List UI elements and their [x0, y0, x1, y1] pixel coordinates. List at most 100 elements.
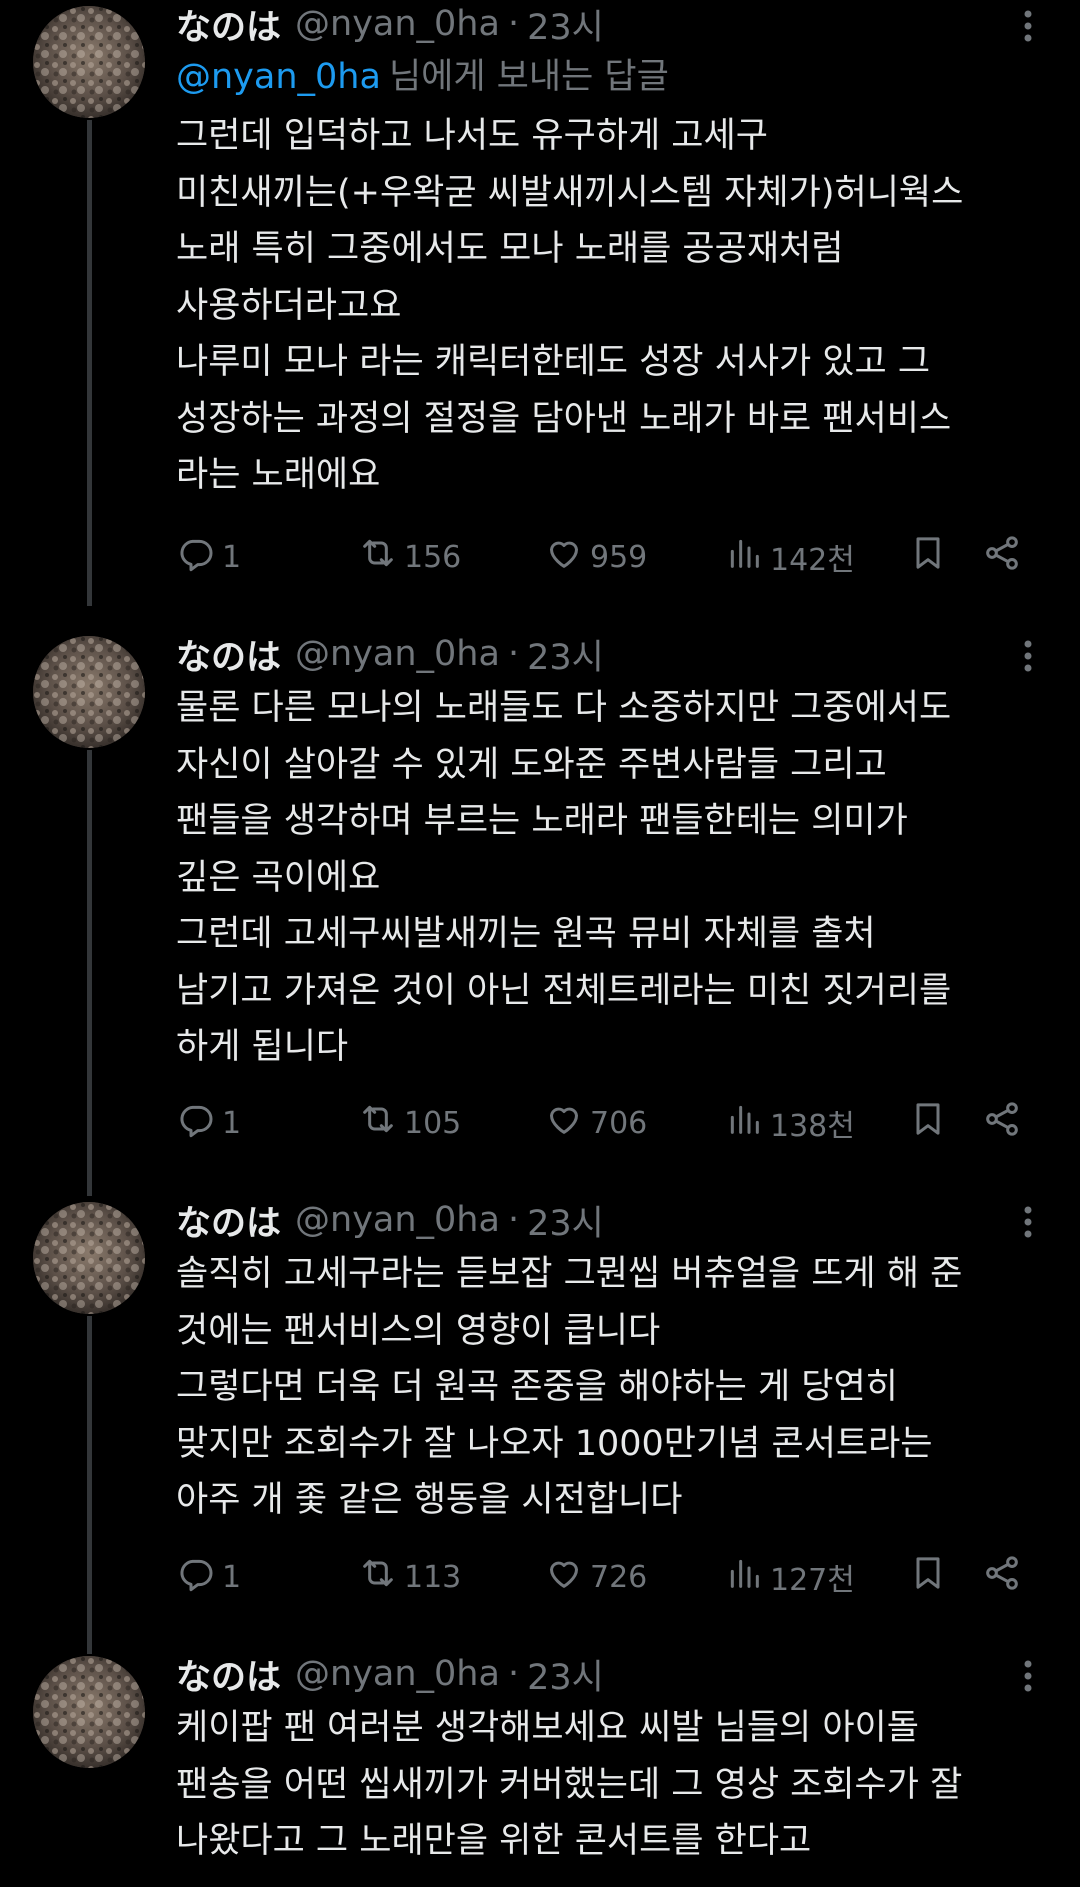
- separator-dot: ·: [507, 4, 520, 44]
- timestamp[interactable]: 23시: [527, 1195, 604, 1246]
- text-line: 미친새끼는(+우왁굳 씨발새끼시스템 자체가)허니웍스: [176, 172, 964, 213]
- separator-dot: ·: [507, 634, 520, 674]
- repost-count: 105: [404, 1105, 462, 1141]
- repost-button[interactable]: 113: [358, 1552, 461, 1602]
- more-options-icon[interactable]: [1016, 6, 1040, 46]
- mention-link[interactable]: @nyan_0ha: [176, 57, 381, 97]
- repost-count: 113: [404, 1559, 462, 1595]
- text-line: 팬들을 생각하며 부르는 노래라 팬들한테는 의미가: [176, 801, 908, 841]
- bookmark-icon: [908, 1099, 954, 1147]
- repost-icon: [358, 1553, 404, 1601]
- action-bar: 1 105 706 138천: [176, 1098, 1046, 1148]
- reply-button[interactable]: 1: [176, 532, 241, 582]
- tweet-text: 물론 다른 모나의 노래들도 다 소중하지만 그중에서도 자신이 살아갈 수 있…: [176, 680, 1046, 1076]
- tweet-header: なのは @nyan_0ha · 23시: [176, 630, 1046, 678]
- text-line: 그런데 입덕하고 나서도 유구하게 고세구: [176, 116, 768, 156]
- share-icon: [982, 1099, 1028, 1147]
- heart-icon: [544, 1553, 590, 1601]
- like-button[interactable]: 706: [544, 1098, 647, 1148]
- views-count: 127천: [770, 1563, 855, 1598]
- user-handle[interactable]: @nyan_0ha: [295, 1200, 500, 1240]
- thread-line: [87, 120, 92, 606]
- more-options-icon[interactable]: [1016, 1202, 1040, 1242]
- text-line: 깊은 곡이에요: [176, 857, 381, 898]
- views-chart-icon: [724, 533, 770, 581]
- more-options-icon[interactable]: [1016, 636, 1040, 676]
- text-line: 솔직히 고세구라는 듣보잡 그뭔씹 버츄얼을 뜨게 해 준: [176, 1254, 963, 1294]
- text-line: 자신이 살아갈 수 있게 도와준 주변사람들 그리고: [176, 744, 887, 785]
- text-line: 팬송을 어떤 씹새끼가 커버했는데 그 영상 조회수가 잘: [176, 1764, 963, 1805]
- text-line: 맞지만 조회수가 잘 나오자 1000만기념 콘서트라는: [176, 1423, 933, 1464]
- user-handle[interactable]: @nyan_0ha: [295, 634, 500, 674]
- avatar[interactable]: [33, 6, 145, 118]
- repost-button[interactable]: 156: [358, 532, 461, 582]
- text-line: 아주 개 좇 같은 행동을 시전합니다: [176, 1480, 683, 1520]
- display-name[interactable]: なのは: [176, 629, 281, 680]
- reply-button[interactable]: 1: [176, 1098, 241, 1148]
- text-line: 물론 다른 모나의 노래들도 다 소중하지만 그중에서도: [176, 688, 952, 728]
- tweet-text: 케이팝 팬 여러분 생각해보세요 씨발 님들의 아이돌 팬송을 어떤 씹새끼가 …: [176, 1700, 1046, 1870]
- tweet-header: なのは @nyan_0ha · 23시: [176, 0, 1046, 48]
- heart-icon: [544, 1099, 590, 1147]
- text-line: 남기고 가져온 것이 아닌 전체트레라는 미친 짓거리를: [176, 970, 952, 1011]
- avatar[interactable]: [33, 636, 145, 748]
- like-count: 959: [590, 539, 648, 575]
- user-handle[interactable]: @nyan_0ha: [295, 4, 500, 44]
- repost-button[interactable]: 105: [358, 1098, 461, 1148]
- display-name[interactable]: なのは: [176, 1195, 281, 1246]
- thread-line: [87, 1316, 92, 1654]
- share-button[interactable]: [982, 1098, 1028, 1148]
- reply-context-suffix: 님에게 보내는 답글: [388, 57, 669, 97]
- repost-icon: [358, 533, 404, 581]
- text-line: 그렇다면 더욱 더 원곡 존중을 해야하는 게 당연히: [176, 1367, 898, 1407]
- reply-count: 1: [222, 539, 242, 575]
- text-line: 사용하더라고요: [176, 285, 402, 326]
- bookmark-button[interactable]: [908, 532, 954, 582]
- share-icon: [982, 1553, 1028, 1601]
- reply-button[interactable]: 1: [176, 1552, 241, 1602]
- timestamp[interactable]: 23시: [527, 0, 604, 50]
- bookmark-button[interactable]: [908, 1552, 954, 1602]
- like-button[interactable]: 726: [544, 1552, 647, 1602]
- views-button[interactable]: 138천: [724, 1098, 855, 1148]
- user-handle[interactable]: @nyan_0ha: [295, 1654, 500, 1694]
- text-line: 나루미 모나 라는 캐릭터한테도 성장 서사가 있고 그: [176, 342, 931, 382]
- share-button[interactable]: [982, 1552, 1028, 1602]
- text-line: 성장하는 과정의 절정을 담아낸 노래가 바로 팬서비스: [176, 398, 952, 439]
- more-options-icon[interactable]: [1016, 1656, 1040, 1696]
- reply-icon: [176, 533, 222, 581]
- timestamp[interactable]: 23시: [527, 1649, 604, 1700]
- text-line: 그런데 고세구씨발새끼는 원곡 뮤비 자체를 출처: [176, 914, 876, 954]
- avatar[interactable]: [33, 1656, 145, 1768]
- like-count: 726: [590, 1559, 648, 1595]
- action-bar: 1 113 726 127천: [176, 1552, 1046, 1602]
- bookmark-button[interactable]: [908, 1098, 954, 1148]
- repost-icon: [358, 1099, 404, 1147]
- views-chart-icon: [724, 1099, 770, 1147]
- text-line: 나왔다고 그 노래만을 위한 콘서트를 한다고: [176, 1821, 812, 1861]
- tweet-header: なのは @nyan_0ha · 23시: [176, 1650, 1046, 1698]
- separator-dot: ·: [507, 1200, 520, 1240]
- share-icon: [982, 533, 1028, 581]
- text-line: 케이팝 팬 여러분 생각해보세요 씨발 님들의 아이돌: [176, 1708, 919, 1748]
- tweet-text: 솔직히 고세구라는 듣보잡 그뭔씹 버츄얼을 뜨게 해 준 것에는 팬서비스의 …: [176, 1246, 1046, 1529]
- reply-icon: [176, 1099, 222, 1147]
- text-line: 하게 됩니다: [176, 1027, 349, 1067]
- avatar[interactable]: [33, 1202, 145, 1314]
- views-button[interactable]: 142천: [724, 532, 855, 582]
- like-count: 706: [590, 1105, 648, 1141]
- bookmark-icon: [908, 533, 954, 581]
- display-name[interactable]: なのは: [176, 0, 281, 50]
- timestamp[interactable]: 23시: [527, 629, 604, 680]
- reply-context: @nyan_0ha 님에게 보내는 답글: [176, 48, 1046, 106]
- separator-dot: ·: [507, 1654, 520, 1694]
- reply-count: 1: [222, 1559, 242, 1595]
- like-button[interactable]: 959: [544, 532, 647, 582]
- reply-icon: [176, 1553, 222, 1601]
- views-chart-icon: [724, 1553, 770, 1601]
- bookmark-icon: [908, 1553, 954, 1601]
- share-button[interactable]: [982, 532, 1028, 582]
- action-bar: 1 156 959 142천: [176, 532, 1046, 582]
- display-name[interactable]: なのは: [176, 1649, 281, 1700]
- views-button[interactable]: 127천: [724, 1552, 855, 1602]
